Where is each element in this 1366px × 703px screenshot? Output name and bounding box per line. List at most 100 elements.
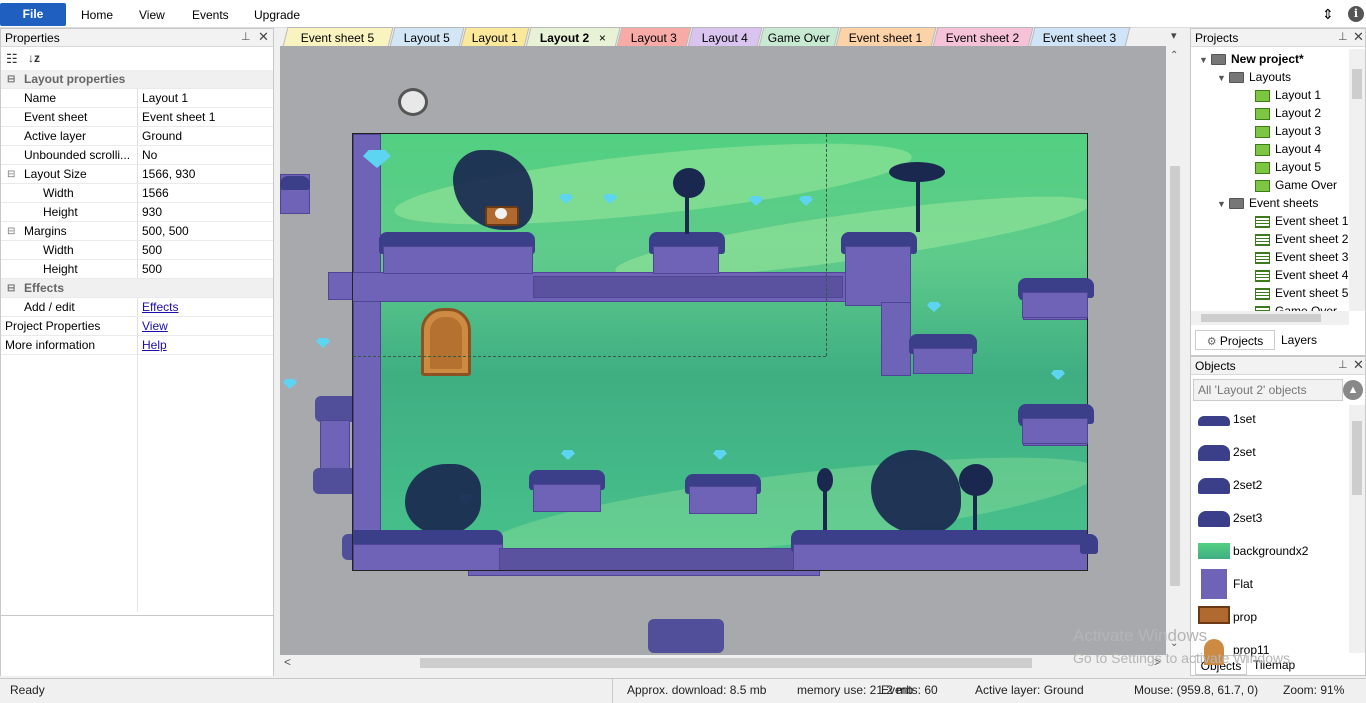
pin-icon[interactable]: ⊥ bbox=[1338, 30, 1348, 43]
property-value[interactable]: 1566, 930 bbox=[142, 165, 195, 184]
expand-icon[interactable]: ▼ bbox=[1217, 195, 1229, 213]
tab-layers[interactable]: Layers bbox=[1281, 330, 1317, 350]
property-link[interactable]: Effects bbox=[142, 298, 178, 317]
scroll-up-icon[interactable]: ⌃ bbox=[1170, 50, 1178, 61]
property-value[interactable]: 1566 bbox=[142, 184, 169, 203]
tab-label: Layout 3 bbox=[630, 31, 677, 45]
object-filter-input[interactable] bbox=[1193, 379, 1343, 401]
property-value[interactable]: 500 bbox=[142, 260, 162, 279]
tree-layout-item[interactable]: Layout 3 bbox=[1255, 122, 1321, 140]
tab-close-icon[interactable]: × bbox=[599, 28, 606, 48]
pin-icon[interactable]: ⊥ bbox=[1338, 358, 1348, 371]
tree-layout-item[interactable]: Layout 1 bbox=[1255, 86, 1321, 104]
collapse-icon[interactable]: ⊟ bbox=[7, 222, 15, 241]
property-row[interactable]: Width 500 bbox=[1, 241, 273, 260]
property-row[interactable]: Height 930 bbox=[1, 203, 273, 222]
menu-home[interactable]: Home bbox=[81, 8, 113, 22]
alphabetical-sort-icon[interactable]: ↓z bbox=[28, 51, 40, 65]
tab-layout-4[interactable]: Layout 4 bbox=[687, 27, 763, 47]
tree-layout-item[interactable]: Layout 5 bbox=[1255, 158, 1321, 176]
property-value[interactable]: Ground bbox=[142, 127, 182, 146]
property-row[interactable]: Active layer Ground bbox=[1, 127, 273, 146]
categorized-sort-icon[interactable]: ☷ bbox=[6, 51, 18, 67]
horizontal-scroll-thumb[interactable] bbox=[420, 658, 1032, 668]
property-row[interactable]: Project Properties View bbox=[1, 317, 273, 336]
filter-up-icon[interactable]: ▲ bbox=[1343, 380, 1363, 400]
pin-icon[interactable]: ⊥ bbox=[241, 30, 251, 43]
collapse-icon[interactable]: ⊟ bbox=[7, 279, 15, 298]
project-tree-hscroll[interactable] bbox=[1191, 311, 1349, 325]
property-row[interactable]: More information Help bbox=[1, 336, 273, 355]
property-link[interactable]: Help bbox=[142, 336, 167, 355]
property-value[interactable]: 500, 500 bbox=[142, 222, 189, 241]
vertical-scrollbar[interactable]: ⌃ ⌄ bbox=[1166, 46, 1184, 655]
tab-game-over[interactable]: Game Over bbox=[758, 27, 840, 47]
tree-eventsheet-item[interactable]: Event sheet 5 bbox=[1255, 284, 1348, 302]
tab-layout-1[interactable]: Layout 1 bbox=[460, 27, 530, 47]
property-value[interactable]: 500 bbox=[142, 241, 162, 260]
project-tree-scroll-thumb[interactable] bbox=[1352, 69, 1362, 99]
property-group[interactable]: ⊟ Effects bbox=[1, 279, 273, 298]
object-item[interactable]: 1set bbox=[1198, 404, 1348, 434]
file-menu-button[interactable]: File bbox=[0, 3, 66, 26]
property-group[interactable]: ⊟ Layout properties bbox=[1, 70, 273, 89]
property-value[interactable]: No bbox=[142, 146, 157, 165]
tree-eventsheet-item[interactable]: Event sheet 4 bbox=[1255, 266, 1348, 284]
horizontal-scrollbar[interactable]: < > bbox=[280, 655, 1166, 671]
property-value[interactable]: Event sheet 1 bbox=[142, 108, 215, 127]
tab-layout-5[interactable]: Layout 5 bbox=[389, 27, 465, 47]
property-value[interactable]: 930 bbox=[142, 203, 162, 222]
tree-eventsheet-item[interactable]: Event sheet 3 bbox=[1255, 248, 1348, 266]
object-item[interactable]: backgroundx2 bbox=[1198, 536, 1348, 566]
tab-event-sheet-2[interactable]: Event sheet 2 bbox=[932, 27, 1034, 47]
property-link[interactable]: View bbox=[142, 317, 168, 336]
objects-scrollbar[interactable] bbox=[1349, 405, 1365, 653]
scroll-left-icon[interactable]: < bbox=[284, 655, 291, 669]
menu-view[interactable]: View bbox=[139, 8, 165, 22]
close-icon[interactable]: ✕ bbox=[1353, 29, 1364, 45]
tab-projects[interactable]: ⚙ Projects bbox=[1195, 330, 1275, 350]
tree-layout-item[interactable]: Layout 4 bbox=[1255, 140, 1321, 158]
collapse-icon[interactable]: ⊟ bbox=[7, 165, 15, 184]
tree-layouts-folder[interactable]: ▼ Layouts bbox=[1217, 68, 1291, 86]
close-icon[interactable]: ✕ bbox=[1353, 357, 1364, 373]
menu-events[interactable]: Events bbox=[192, 8, 229, 22]
menu-upgrade[interactable]: Upgrade bbox=[254, 8, 300, 22]
tab-event-sheet-5[interactable]: Event sheet 5 bbox=[282, 27, 394, 47]
property-row[interactable]: Event sheet Event sheet 1 bbox=[1, 108, 273, 127]
tree-layout-item[interactable]: Layout 2 bbox=[1255, 104, 1321, 122]
property-row[interactable]: Add / edit Effects bbox=[1, 298, 273, 317]
tab-layout-3[interactable]: Layout 3 bbox=[616, 27, 692, 47]
object-item[interactable]: 2set2 bbox=[1198, 470, 1348, 500]
tab-list-dropdown-icon[interactable]: ▾ bbox=[1171, 29, 1177, 42]
ribbon-toggle-icon[interactable]: ⇕ bbox=[1322, 6, 1334, 23]
info-icon[interactable]: i bbox=[1348, 6, 1364, 22]
tree-eventsheets-folder[interactable]: ▼ Event sheets bbox=[1217, 194, 1318, 212]
expand-icon[interactable]: ▼ bbox=[1217, 69, 1229, 87]
property-row[interactable]: ⊟ Margins 500, 500 bbox=[1, 222, 273, 241]
tree-root[interactable]: ▼ New project* bbox=[1199, 50, 1304, 68]
tree-eventsheet-item[interactable]: Event sheet 2 bbox=[1255, 230, 1348, 248]
property-row[interactable]: ⊟ Layout Size 1566, 930 bbox=[1, 165, 273, 184]
project-tree-hscroll-thumb[interactable] bbox=[1201, 314, 1321, 322]
property-row[interactable]: Name Layout 1 bbox=[1, 89, 273, 108]
object-item[interactable]: 2set3 bbox=[1198, 503, 1348, 533]
tab-event-sheet-1[interactable]: Event sheet 1 bbox=[835, 27, 937, 47]
tree-layout-item[interactable]: Game Over bbox=[1255, 176, 1337, 194]
vertical-scroll-thumb[interactable] bbox=[1170, 166, 1180, 586]
property-row[interactable]: Unbounded scrolli... No bbox=[1, 146, 273, 165]
property-value[interactable]: Layout 1 bbox=[142, 89, 188, 108]
layout-view[interactable] bbox=[280, 46, 1166, 655]
project-tree-scrollbar[interactable] bbox=[1349, 49, 1365, 311]
object-item[interactable]: 2set bbox=[1198, 437, 1348, 467]
collapse-icon[interactable]: ⊟ bbox=[7, 70, 15, 89]
tab-event-sheet-3[interactable]: Event sheet 3 bbox=[1029, 27, 1131, 47]
property-row[interactable]: Height 500 bbox=[1, 260, 273, 279]
tree-eventsheet-item[interactable]: Event sheet 1 bbox=[1255, 212, 1348, 230]
property-row[interactable]: Width 1566 bbox=[1, 184, 273, 203]
tab-layout-2[interactable]: Layout 2 × bbox=[525, 27, 621, 48]
expand-icon[interactable]: ▼ bbox=[1199, 51, 1211, 69]
objects-scroll-thumb[interactable] bbox=[1352, 421, 1362, 495]
close-icon[interactable]: ✕ bbox=[258, 29, 269, 45]
object-item[interactable]: Flat bbox=[1198, 569, 1348, 599]
